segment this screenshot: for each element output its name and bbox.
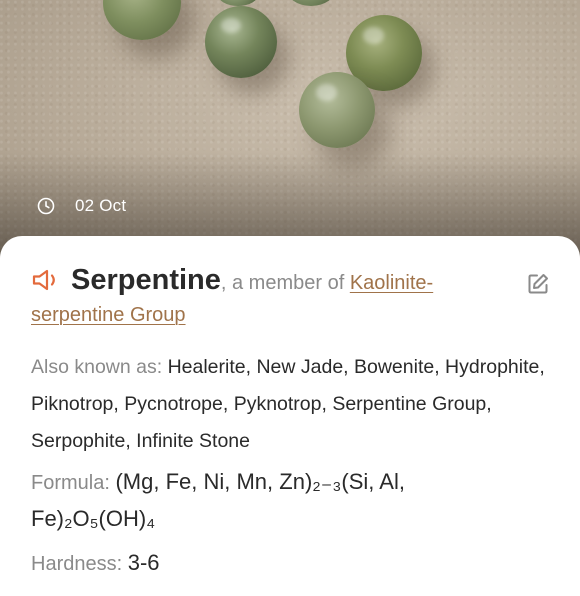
mineral-name: Serpentine [71, 264, 221, 296]
aka-label: Also known as: [31, 356, 163, 378]
stone-bead [205, 6, 277, 78]
photo-date-row: 02 Oct [37, 195, 126, 217]
hardness-row: Hardness: 3-6 [31, 548, 160, 579]
stone-bead [299, 72, 375, 148]
edit-icon[interactable] [526, 272, 550, 296]
speaker-icon[interactable] [31, 268, 63, 292]
mineral-info-card: Serpentine, a member of Kaolinite-serpen… [0, 236, 580, 596]
also-known-as: Also known as: Healerite, New Jade, Bowe… [31, 349, 551, 460]
mineral-photo[interactable]: 02 Oct [0, 0, 580, 262]
hardness-label: Hardness: [31, 553, 123, 575]
hardness-value: 3-6 [127, 550, 160, 575]
formula-row: Formula: (Mg, Fe, Ni, Mn, Zn)₂₋₃(Si, Al,… [31, 464, 531, 538]
photo-date: 02 Oct [75, 196, 127, 215]
formula-label: Formula: [31, 472, 110, 494]
clock-icon [37, 197, 55, 215]
member-of-text: , a member of [220, 272, 350, 294]
mineral-title: Serpentine, a member of Kaolinite-serpen… [31, 264, 501, 331]
stone-bead [286, 0, 336, 6]
stone-bead [103, 0, 181, 40]
